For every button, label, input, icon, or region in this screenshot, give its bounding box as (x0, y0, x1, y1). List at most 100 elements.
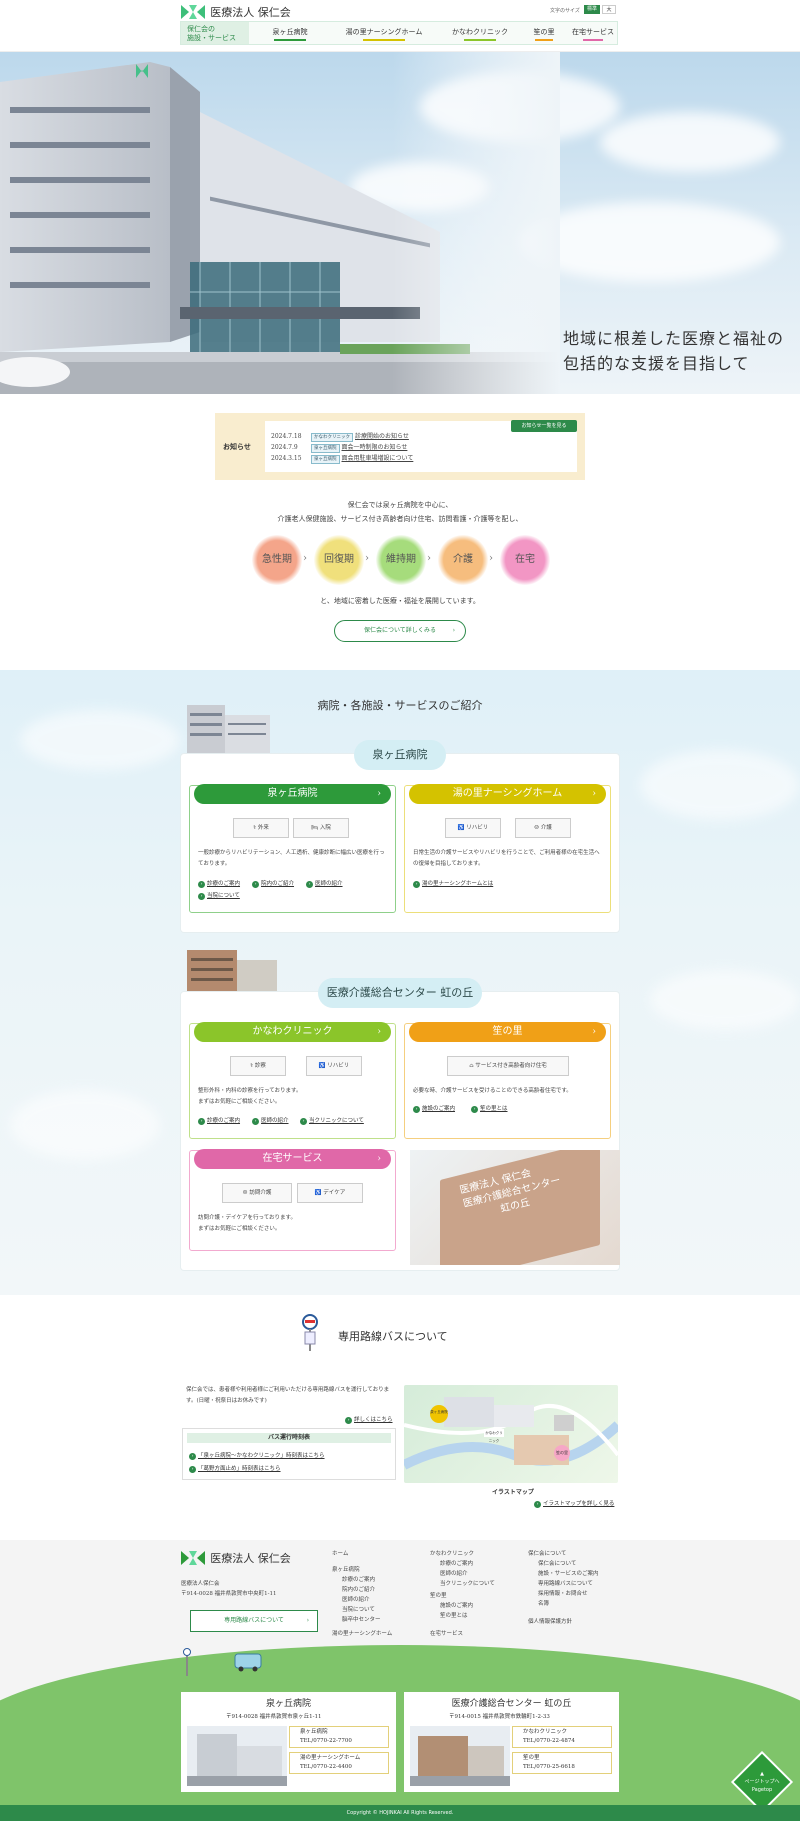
exam-label: 診察 (254, 1063, 266, 1069)
exam-button[interactable]: ⚕ 診察 (230, 1056, 286, 1076)
footer-card2-tel1[interactable]: かなわクリニック TEL/0770-22-4874 (512, 1726, 612, 1748)
footer-link-col2-2[interactable]: 医師の紹介 (440, 1570, 468, 1580)
bus-timetable-link-0[interactable]: 「泉ヶ丘病院〜かなわクリニック」時刻表はこちら (189, 1451, 325, 1460)
kanawa-link-1[interactable]: 医師の紹介 (252, 1116, 289, 1125)
news-tag: かなわクリニック (311, 433, 353, 442)
izumigaoka-title-button[interactable]: 泉ヶ丘病院 › (194, 784, 391, 804)
nav-item-2[interactable]: かなわクリニック (439, 22, 521, 44)
footer-link-col1-3[interactable]: 院内のご紹介 (342, 1586, 375, 1596)
kanawa-title-button[interactable]: かなわクリニック › (194, 1022, 391, 1042)
footer-link-col3-2[interactable]: 施設・サービスのご案内 (538, 1570, 599, 1580)
izumigaoka-link-3[interactable]: 当院について (198, 891, 240, 900)
izumigaoka-link-0[interactable]: 診療のご案内 (198, 879, 240, 888)
footer-link-col1-4[interactable]: 医師の紹介 (342, 1596, 370, 1606)
card-yunosato: 湯の里ナーシングホーム › ♿ リハビリ ☺ 介護 日常生活の介護サービスやリハビ… (404, 784, 611, 913)
care-stage-0: 急性期 (252, 535, 302, 585)
home-visit-button[interactable]: ☺ 訪問介護 (222, 1183, 292, 1203)
tel1-name: かなわクリニック (523, 1729, 568, 1735)
pagetop-label[interactable]: ▲ ページトップへ Pagetop (738, 1770, 786, 1794)
footer-link-col3-5[interactable]: 名簿 (538, 1600, 549, 1610)
footer-link-col3-0[interactable]: 保仁会について (528, 1550, 566, 1560)
shonosato-desc: 必要な時、介護サービスを受けることのできる高齢者住宅です。 (413, 1088, 572, 1094)
yunosato-link-0[interactable]: 湯の里ナーシングホームとは (413, 879, 493, 888)
nav-item-underline (362, 39, 406, 41)
card-izumigaoka: 泉ヶ丘病院 › ⚕ 外来 🛏 入院 一般診療からリハビリテーション、人工透析、健康… (189, 784, 396, 913)
font-size-standard-button[interactable]: 標準 (584, 5, 600, 14)
footer-link-col3-6[interactable]: 個人情報保護方針 (528, 1618, 572, 1628)
illustration-map[interactable]: 泉ヶ丘病院 かなわクリニック 笙の里 (404, 1385, 618, 1483)
footer-link-col1-0[interactable]: ホーム (332, 1550, 348, 1560)
about-hojinkai-button[interactable]: 保仁会について詳しくみる › (334, 620, 466, 642)
footer-link-col3-4[interactable]: 採用情報・お問合せ (538, 1590, 588, 1600)
news-title-link[interactable]: 面会一時制限のお知らせ (342, 444, 408, 451)
kanawa-desc-line2: まずはお気軽にご相談ください。 (198, 1099, 281, 1105)
intro-text: 保仁会では泉ヶ丘病院を中心に、 介護老人保健施設、サービス付き高齢者向け住宅、訪… (0, 498, 800, 526)
nav-item-0[interactable]: 泉ヶ丘病院 (251, 22, 329, 44)
senior-housing-button[interactable]: ⌂ サービス付き高齢者向け住宅 (447, 1056, 569, 1076)
hero-tagline: 地域に根差した医療と福祉の 包括的な支援を目指して (563, 326, 784, 376)
footer-link-col2-3[interactable]: 当クリニックについて (440, 1580, 495, 1590)
footer-link-col1-5[interactable]: 当院について (342, 1606, 375, 1616)
footer-card2-tel2[interactable]: 笙の里 TEL/0770-25-6618 (512, 1752, 612, 1774)
footer-logo[interactable]: 医療法人 保仁会 (181, 1550, 291, 1566)
services-title: 病院・各施設・サービスのご紹介 (317, 699, 483, 712)
footer-card1-tel2[interactable]: 湯の里ナーシングホーム TEL/0770-22-4400 (289, 1752, 389, 1774)
zaitaku-desc: 訪問介護・デイケアを行っております。 まずはお気軽にご相談ください。 (198, 1213, 388, 1235)
nav-item-1[interactable]: 湯の里ナーシングホーム (331, 22, 437, 44)
nav-item-label: 笙の里 (533, 28, 555, 36)
chevron-right-icon: › (377, 1154, 381, 1164)
map-label-0: 泉ヶ丘病院 (430, 1405, 448, 1423)
footer-link-col2-6[interactable]: 笙の里とは (440, 1612, 468, 1622)
hero-line1: 地域に根差した医療と福祉の (562, 329, 784, 348)
kanawa-link-2[interactable]: 当クリニックについて (300, 1116, 364, 1125)
news-item: 2024.3.15 泉ヶ丘病院 面会用駐車場増設について (271, 453, 413, 464)
nav-item-label: かなわクリニック (452, 28, 508, 36)
chevron-right-icon: › (427, 553, 431, 564)
map-detail-link[interactable]: イラストマップを詳しく見る (534, 1499, 614, 1508)
chevron-right-icon: › (592, 1027, 596, 1037)
footer-link-col2-1[interactable]: 診療のご案内 (440, 1560, 473, 1570)
zaitaku-title-button[interactable]: 在宅サービス › (194, 1149, 391, 1169)
footer-link-col2-0[interactable]: かなわクリニック (430, 1550, 474, 1560)
nav-item-3[interactable]: 笙の里 (521, 22, 567, 44)
bus-timetable-link-1[interactable]: 「葛野方面止め」時刻表はこちら (189, 1464, 281, 1473)
footer-link-col1-1[interactable]: 泉ヶ丘病院 (332, 1566, 360, 1576)
footer-link-col1-2[interactable]: 診療のご案内 (342, 1576, 375, 1586)
bus-timetable-box: バス運行時刻表 「泉ヶ丘病院〜かなわクリニック」時刻表はこちら 「葛野方面止め」… (182, 1428, 396, 1480)
kanawa-link-0[interactable]: 診療のご案内 (198, 1116, 240, 1125)
yunosato-title-button[interactable]: 湯の里ナーシングホーム › (409, 784, 606, 804)
footer-link-col1-6[interactable]: 湯の里ナーシングホーム (332, 1630, 392, 1640)
izumigaoka-link-2[interactable]: 医師の紹介 (306, 879, 343, 888)
outpatient-button[interactable]: ⚕ 外来 (233, 818, 289, 838)
footer-bus-button[interactable]: 専用路線バスについて › (190, 1610, 318, 1632)
kanawa-rehab-button[interactable]: ♿ リハビリ (306, 1056, 362, 1076)
shonosato-title-button[interactable]: 笙の里 › (409, 1022, 606, 1042)
inpatient-button[interactable]: 🛏 入院 (293, 818, 349, 838)
intro-line1: 保仁会では泉ヶ丘病院を中心に、 (347, 501, 453, 509)
news-date: 2024.3.15 (271, 455, 302, 462)
outpatient-label: 外来 (257, 825, 269, 831)
shonosato-link-1[interactable]: 笙の里とは (471, 1104, 508, 1113)
footer-link-col2-4[interactable]: 笙の里 (430, 1592, 447, 1602)
brand-logo[interactable]: 医療法人 保仁会 (181, 4, 291, 20)
zaitaku-title: 在宅サービス (262, 1153, 323, 1164)
footer-link-col2-5[interactable]: 施設のご案内 (440, 1602, 473, 1612)
daycare-button[interactable]: ♿ デイケア (297, 1183, 363, 1203)
care-button[interactable]: ☺ 介護 (515, 818, 571, 838)
font-size-large-button[interactable]: 大 (602, 5, 616, 14)
shonosato-link-0[interactable]: 施設のご案内 (413, 1104, 455, 1113)
news-title-link[interactable]: 面会用駐車場増設について (342, 455, 414, 462)
footer-link-col3-1[interactable]: 保仁会について (538, 1560, 576, 1570)
footer-card1-tel1[interactable]: 泉ヶ丘病院 TEL/0770-22-7700 (289, 1726, 389, 1748)
izumigaoka-link-1[interactable]: 院内のご紹介 (252, 879, 294, 888)
hero-line2: 包括的な支援を目指して (562, 354, 750, 373)
nav-item-4[interactable]: 在宅サービス (569, 22, 617, 44)
rehab-button[interactable]: ♿ リハビリ (445, 818, 501, 838)
footer-link-col2-7[interactable]: 在宅サービス (430, 1630, 463, 1640)
footer-link-col3-3[interactable]: 専用路線バスについて (538, 1580, 593, 1590)
hospital-building-photo (0, 52, 560, 394)
bus-detail-link[interactable]: 詳しくはこちら (345, 1415, 393, 1424)
news-title-link[interactable]: 診療開始のお知らせ (355, 433, 409, 440)
footer-link-stroke-center[interactable]: 脳卒中センター (342, 1616, 381, 1626)
news-more-button[interactable]: お知らせ一覧を見る (511, 420, 577, 432)
